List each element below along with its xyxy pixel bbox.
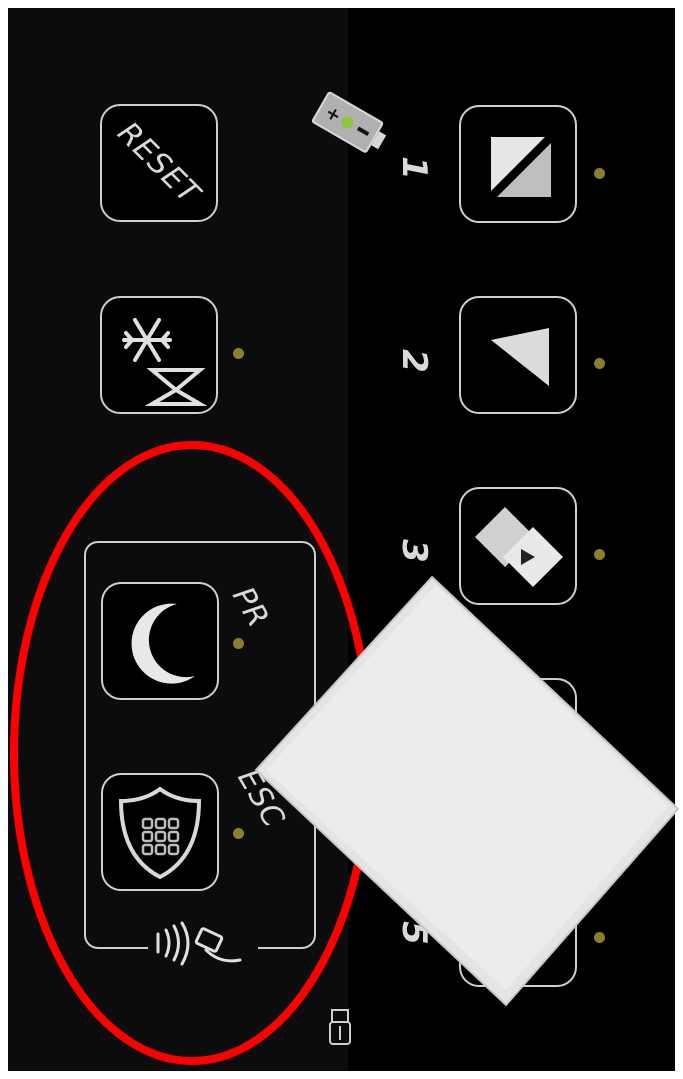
mode-2-button[interactable] [459, 296, 577, 414]
moon-icon [131, 603, 195, 684]
mode-5-indicator-led [594, 932, 605, 943]
reset-label: RESET [110, 114, 208, 212]
double-diamond-icon [475, 507, 563, 587]
button-number-1: 1 [393, 156, 434, 180]
esc-shield-button[interactable] [101, 773, 219, 891]
snowflake-hourglass-icon [122, 318, 208, 406]
nfc-card-reader-icon [156, 921, 242, 966]
button-number-3: 3 [393, 539, 434, 563]
button-number-5: 5 [393, 921, 434, 945]
right-triangle-icon [491, 328, 549, 386]
button-number-4: 4 [393, 732, 434, 756]
hand-icon [493, 907, 557, 954]
control-panel: RESET PR ESC + 1 2 3 4 5 [8, 8, 675, 1071]
reset-button[interactable]: RESET [100, 104, 218, 222]
mode-4-button[interactable] [459, 678, 577, 796]
mode-3-indicator-led [594, 549, 605, 560]
mode-2-indicator-led [594, 358, 605, 369]
button-number-2: 2 [393, 349, 434, 373]
shield-keypad-icon [118, 786, 202, 880]
esc-indicator-led [233, 828, 244, 839]
mode-1-button[interactable] [459, 105, 577, 223]
mode-3-button[interactable] [459, 487, 577, 605]
pr-indicator-led [233, 638, 244, 649]
square-diagonal-icon [491, 137, 551, 197]
usb-icon [329, 1009, 351, 1045]
battery-icon: + [311, 91, 387, 153]
pr-moon-button[interactable] [101, 582, 219, 700]
device-panel-image: RESET PR ESC + 1 2 3 4 5 [0, 0, 683, 1079]
mode-5-button[interactable] [459, 869, 577, 987]
mode-1-indicator-led [594, 168, 605, 179]
frost-timer-button[interactable] [100, 296, 218, 414]
mode-4-icon [492, 711, 544, 763]
frost-indicator-led [233, 348, 244, 359]
mode-4-indicator-led [594, 740, 605, 751]
